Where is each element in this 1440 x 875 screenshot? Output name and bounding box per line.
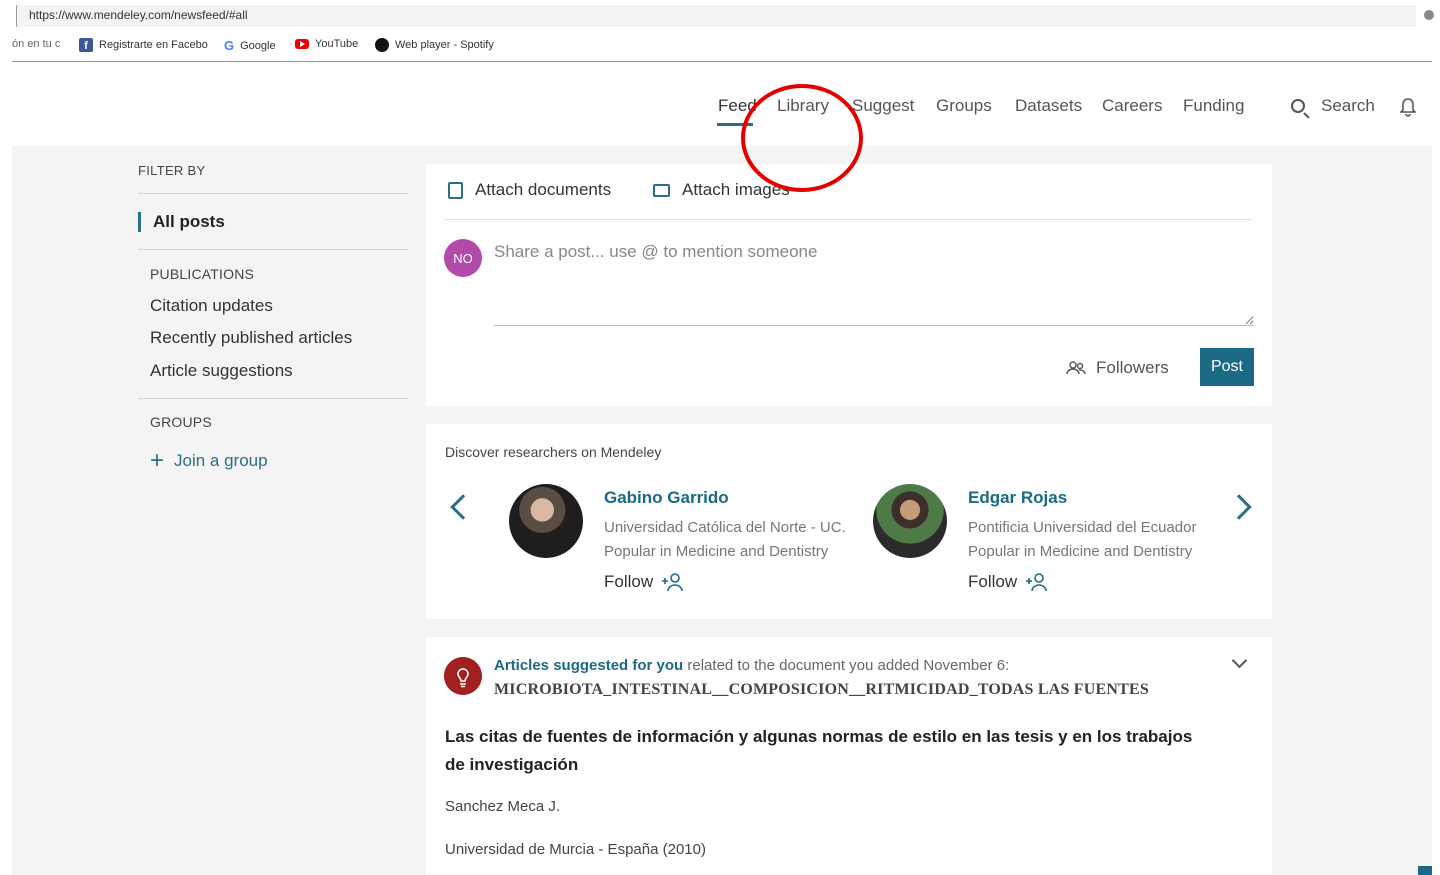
audience-selector[interactable]: Followers [1066,358,1169,378]
nav-library[interactable]: Library [777,96,829,116]
discover-researchers-card: Discover researchers on Mendeley Gabino … [426,424,1272,619]
divider [138,398,408,399]
researcher-name[interactable]: Edgar Rojas [968,488,1067,508]
researcher-popularity: Popular in Medicine and Dentistry [604,543,829,560]
bookmark-label: Registrarte en Facebo [99,39,208,51]
youtube-icon [295,39,309,49]
nav-datasets[interactable]: Datasets [1015,96,1082,116]
article-suggestion-card: Articles suggested for you related to th… [426,637,1272,875]
groups-label: GROUPS [150,414,212,430]
bookmarks-bar: ón en tu c f Registrarte en Facebo G Goo… [0,34,1440,58]
researcher-card: Edgar Rojas Pontificia Universidad del E… [873,484,1213,604]
url-box[interactable]: https://www.mendeley.com/newsfeed/#all [16,5,1416,27]
add-person-icon [1026,573,1047,592]
bookmark-label: Web player - Spotify [395,39,494,51]
article-source: Universidad de Murcia - España (2010) [445,841,706,858]
document-icon [448,181,463,199]
follow-button[interactable]: Follow [968,572,1049,592]
feedback-tab[interactable] [1418,866,1432,875]
facebook-icon: f [79,38,93,52]
suggestion-context: Articles suggested for you related to th… [494,657,1009,674]
nav-careers[interactable]: Careers [1102,96,1162,116]
join-group-label: Join a group [174,451,268,470]
article-title[interactable]: Las citas de fuentes de información y al… [445,723,1205,779]
article-author: Sanchez Meca J. [445,798,561,815]
divider [138,249,408,250]
publications-label: PUBLICATIONS [150,266,255,282]
researcher-institution: Universidad Católica del Norte - UC. [604,519,846,536]
bookmark-youtube[interactable]: YouTube [295,38,358,50]
nav-funding[interactable]: Funding [1183,96,1244,116]
suggestion-highlight-link[interactable]: Articles suggested for you [494,657,683,674]
chevron-right-icon[interactable] [1226,494,1252,520]
divider [138,193,408,194]
people-icon [1066,361,1086,375]
follow-label: Follow [968,572,1018,591]
share-post-input[interactable] [494,242,1254,326]
attach-images-button[interactable]: Attach images [653,180,790,200]
researcher-photo[interactable] [509,484,583,558]
audience-label: Followers [1096,358,1169,377]
attach-images-label: Attach images [682,180,790,199]
bookmark-truncated[interactable]: ón en tu c [12,38,60,50]
image-icon [653,183,670,197]
extension-icon[interactable] [1424,10,1434,20]
filter-article-suggestions[interactable]: Article suggestions [150,361,293,381]
follow-button[interactable]: Follow [604,572,685,592]
top-navigation: Feed Library Suggest Groups Datasets Car… [0,62,1440,146]
url-text[interactable]: https://www.mendeley.com/newsfeed/#all [29,8,248,22]
researcher-popularity: Popular in Medicine and Dentistry [968,543,1193,560]
browser-address-bar: https://www.mendeley.com/newsfeed/#all [0,0,1440,30]
filter-all-posts[interactable]: All posts [138,212,225,232]
follow-label: Follow [604,572,654,591]
user-avatar: NO [444,239,482,277]
bookmark-facebook[interactable]: f Registrarte en Facebo [79,38,208,52]
researcher-name[interactable]: Gabino Garrido [604,488,729,508]
bell-icon[interactable] [1400,96,1416,118]
active-tab-indicator [717,123,753,126]
bookmark-label: ón en tu c [12,38,61,50]
lightbulb-icon [444,657,482,695]
google-icon: G [224,38,235,53]
chevron-left-icon[interactable] [450,494,476,520]
discover-title: Discover researchers on Mendeley [445,444,662,460]
bookmark-spotify[interactable]: Web player - Spotify [375,38,494,52]
researcher-photo[interactable] [873,484,947,558]
researcher-institution: Pontificia Universidad del Ecuador [968,519,1197,536]
plus-icon: + [150,447,165,474]
bookmark-label: Google [240,39,276,52]
divider [444,219,1253,220]
search-icon[interactable] [1291,99,1305,113]
bookmark-label: YouTube [315,38,359,50]
suggestion-context-text: related to the document you added Novemb… [683,657,1010,674]
post-button[interactable]: Post [1200,348,1254,386]
nav-groups[interactable]: Groups [936,96,992,116]
filter-recently-published[interactable]: Recently published articles [150,328,352,348]
search-link[interactable]: Search [1321,96,1375,116]
filter-title: FILTER BY [138,163,206,178]
add-person-icon [662,573,683,592]
filter-citation-updates[interactable]: Citation updates [150,296,273,316]
chevron-down-icon[interactable] [1231,652,1248,669]
nav-feed[interactable]: Feed [718,96,757,116]
source-document-title: MICROBIOTA_INTESTINAL__COMPOSICION__RITM… [494,681,1149,698]
spotify-icon [375,38,389,52]
nav-suggest[interactable]: Suggest [852,96,914,116]
attach-documents-button[interactable]: Attach documents [448,180,611,200]
join-group-link[interactable]: + Join a group [150,447,268,474]
attach-documents-label: Attach documents [475,180,612,199]
researcher-card: Gabino Garrido Universidad Católica del … [509,484,849,604]
bookmark-google[interactable]: G Google [224,38,276,53]
post-composer: Attach documents Attach images NO Follow… [426,164,1272,406]
